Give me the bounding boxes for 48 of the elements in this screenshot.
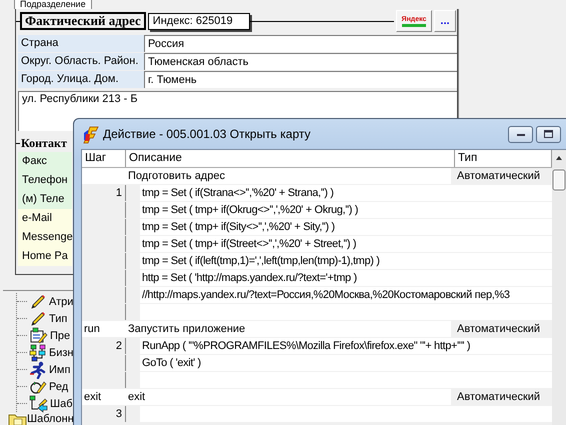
tree-item[interactable]: Ред bbox=[49, 380, 68, 392]
field-label: Округ. Область. Район. bbox=[18, 53, 144, 70]
field-label: Home Pa bbox=[18, 247, 72, 266]
field-label: Телефон bbox=[18, 171, 72, 190]
field-label: Messenge bbox=[18, 228, 72, 247]
input-field[interactable]: г. Тюмень bbox=[144, 71, 457, 88]
pencil-icon bbox=[29, 293, 47, 310]
app-icon bbox=[81, 124, 99, 144]
table-cell-text: Автоматический bbox=[456, 169, 542, 184]
table-cell: exit bbox=[82, 389, 126, 405]
pencil-icon bbox=[29, 310, 47, 327]
tree-item[interactable]: Шаблонн bbox=[27, 413, 74, 425]
input-field[interactable]: Тюменская область bbox=[144, 53, 457, 70]
flowchart-icon bbox=[29, 344, 47, 362]
table-cell: Запустить приложение bbox=[126, 321, 451, 337]
template-icon bbox=[29, 394, 48, 412]
tree-item[interactable]: Тип bbox=[49, 312, 68, 324]
field-label: Страна bbox=[18, 35, 144, 52]
step-number: 2 bbox=[82, 338, 126, 354]
more-button[interactable]: ... bbox=[434, 10, 456, 32]
maximize-button[interactable] bbox=[536, 126, 561, 142]
tree-item[interactable]: Пре bbox=[50, 330, 70, 342]
table-cell-text: Автоматический bbox=[456, 322, 542, 337]
tree-item[interactable]: Атри bbox=[49, 296, 74, 308]
section-title: Фактический адрес bbox=[20, 12, 146, 30]
section-title: Контакт bbox=[21, 136, 67, 150]
step-number: 1 bbox=[82, 185, 126, 201]
tree-item[interactable]: Шаб bbox=[50, 398, 72, 410]
table-cell-text: Автоматический bbox=[456, 390, 542, 405]
table-cell: run bbox=[82, 321, 126, 337]
running-figure-icon bbox=[29, 360, 47, 378]
field-label: (м) Теле bbox=[18, 190, 72, 209]
index-field[interactable]: Индекс: 625019 bbox=[148, 12, 250, 30]
column-header[interactable]: Шаг bbox=[82, 150, 126, 167]
tab[interactable]: Подразделение bbox=[14, 0, 92, 9]
field-label: Город. Улица. Дом. bbox=[18, 71, 144, 88]
field-label: e-Mail bbox=[18, 209, 72, 228]
maximize-icon bbox=[542, 129, 555, 139]
tree-item[interactable]: Имп bbox=[49, 364, 70, 376]
input-field[interactable]: Россия bbox=[144, 35, 457, 52]
minimize-button[interactable] bbox=[508, 126, 533, 142]
field-label: Факс bbox=[18, 152, 72, 171]
table-cell: exit bbox=[126, 389, 451, 405]
form-pencil-icon bbox=[29, 327, 48, 344]
tree-item[interactable]: Бизн bbox=[49, 346, 74, 358]
column-header[interactable]: Описание bbox=[126, 150, 455, 167]
step-number: 3 bbox=[82, 406, 126, 422]
table-cell: Подготовить адрес bbox=[126, 168, 451, 184]
